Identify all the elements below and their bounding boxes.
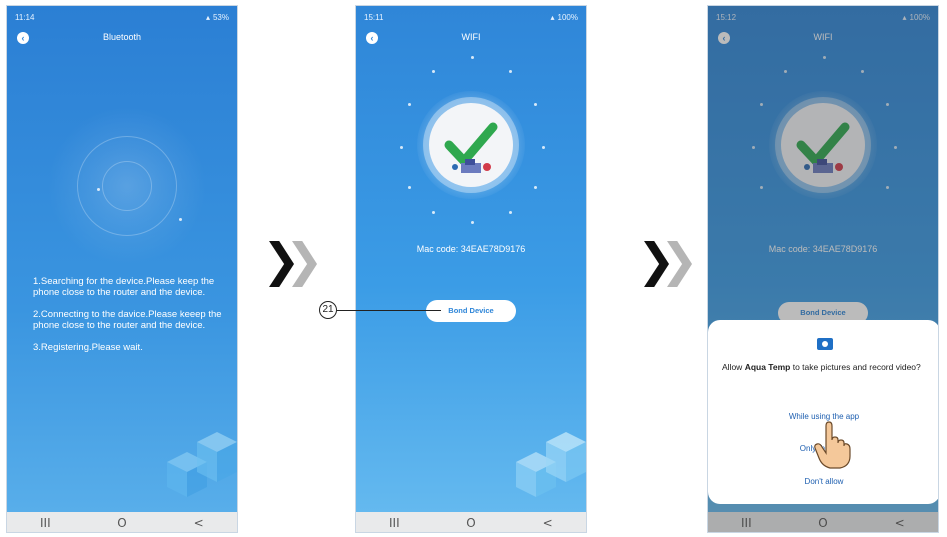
recent-apps-button[interactable]: III <box>30 516 60 530</box>
status-bar: 15:11 ▴ 100% <box>364 10 578 24</box>
question-prefix: Allow <box>722 362 743 372</box>
step-1-text: 1.Searching for the device.Please keep t… <box>33 276 215 298</box>
status-bar: 11:14 ▴ 53% <box>15 10 229 24</box>
status-time: 15:11 <box>364 12 384 22</box>
battery-level: 53% <box>212 12 229 22</box>
tap-hand-icon <box>814 421 851 469</box>
battery-level: 100% <box>557 12 578 22</box>
nav-back-button[interactable]: < <box>533 516 563 530</box>
status-time: 11:14 <box>15 12 35 22</box>
nav-back-button[interactable]: < <box>184 516 214 530</box>
bluetooth-screen: 11:14 ▴ 53% ‹ Bluetooth 1.Searching for … <box>7 6 237 512</box>
chevron-right-icon: ❯ <box>285 233 324 287</box>
camera-permission-dialog: Allow Aqua Temp to take pictures and rec… <box>708 320 938 504</box>
page-title: WIFI <box>461 32 481 42</box>
signal-icon: ▴ <box>205 12 210 22</box>
signal-icon: ▴ <box>550 12 555 22</box>
system-nav-bar: III O < <box>7 512 237 532</box>
step-3-text: 3.Registering.Please wait. <box>33 342 143 353</box>
step-2-text: 2.Connecting to the davice.Please keeep … <box>33 309 222 331</box>
question-suffix: to take pictures and record video? <box>792 362 921 372</box>
camera-icon <box>817 338 833 350</box>
bond-device-button[interactable]: Bond Device <box>426 300 516 322</box>
system-nav-bar: III O < <box>356 512 586 532</box>
callout-number: 21 <box>319 301 337 319</box>
recent-apps-button[interactable]: III <box>379 516 409 530</box>
decorative-cubes-graphic <box>167 432 237 497</box>
home-button[interactable]: O <box>456 516 486 530</box>
connection-steps: 1.Searching for the device.Please keep t… <box>33 276 233 364</box>
phone-screen-permission: 15:12 ▴ 100% ‹ WIFI Mac code: 34EAE78D91… <box>707 5 939 533</box>
chevron-right-icon: ❯ <box>660 233 699 287</box>
callout-leader-line <box>337 310 441 311</box>
phone-screen-bluetooth: 11:14 ▴ 53% ‹ Bluetooth 1.Searching for … <box>6 5 238 533</box>
dont-allow-option[interactable]: Don't allow <box>708 477 938 486</box>
wifi-screen: 15:11 ▴ 100% ‹ WIFI Mac code: 34EAE78D91… <box>356 6 586 512</box>
bluetooth-scan-animation <box>47 106 207 266</box>
mac-code-label: Mac code: 34EAE78D9176 <box>416 244 526 254</box>
checkmark-icon <box>444 122 498 173</box>
app-name: Aqua Temp <box>744 362 791 372</box>
page-title: Bluetooth <box>102 32 142 42</box>
phone-screen-wifi: 15:11 ▴ 100% ‹ WIFI Mac code: 34EAE78D91… <box>355 5 587 533</box>
home-button[interactable]: O <box>107 516 137 530</box>
permission-question: Allow Aqua Temp to take pictures and rec… <box>722 362 932 372</box>
decorative-cubes-graphic <box>516 432 586 497</box>
